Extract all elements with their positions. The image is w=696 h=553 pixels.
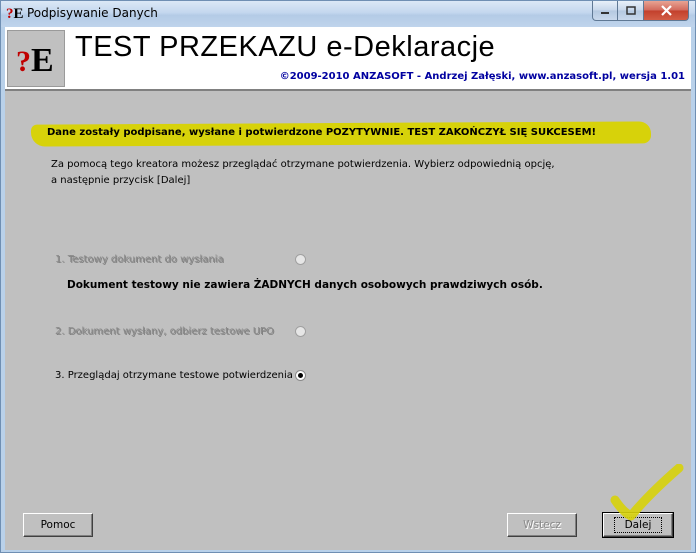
back-button-label: Wstecz: [523, 519, 561, 531]
status-text: Dane zostały podpisane, wysłane i potwie…: [47, 127, 597, 138]
option-label: 3. Przeglądaj otrzymane testowe potwierd…: [55, 369, 293, 381]
caption-buttons: [592, 1, 689, 21]
app-icon[interactable]: ?E: [6, 5, 24, 23]
next-button[interactable]: Dalej: [602, 512, 674, 538]
close-icon: [660, 5, 672, 16]
banner-title: TEST PRZEKAZU e-Deklaracje: [75, 31, 496, 63]
radio-browse-confirmations[interactable]: [295, 369, 306, 381]
option-label: 2. Dokument wysłany, odbierz testowe UPO: [55, 325, 274, 337]
description-line-2: a następnie przycisk [Dalej]: [51, 175, 191, 186]
option-label: 1. Testowy dokument do wysłania: [55, 253, 224, 265]
next-button-label: Dalej: [613, 517, 663, 533]
minimize-button[interactable]: [592, 1, 618, 21]
option-receive-upo[interactable]: 2. Dokument wysłany, odbierz testowe UPO: [55, 323, 306, 339]
minimize-icon: [601, 11, 609, 14]
wizard-window: ?E Podpisywanie Danych ?E TEST PRZEKAZU …: [0, 0, 696, 553]
header-banner: ?E TEST PRZEKAZU e-Deklaracje ©2009-2010…: [5, 27, 691, 91]
help-button-label: Pomoc: [40, 519, 76, 531]
maximize-icon: [625, 5, 636, 15]
title-bar[interactable]: ?E Podpisywanie Danych: [1, 1, 695, 27]
app-icon-e: E: [13, 6, 24, 22]
status-message: Dane zostały podpisane, wysłane i potwie…: [30, 119, 652, 149]
logo-q: ?: [16, 45, 31, 78]
logo-e: E: [31, 42, 54, 79]
logo-glyph: ?E: [16, 41, 54, 82]
window-title: Podpisywanie Danych: [27, 6, 158, 20]
banner-copyright: ©2009-2010 ANZASOFT - Andrzej Załęski, w…: [279, 71, 685, 82]
app-icon-q: ?: [6, 6, 14, 22]
logo: ?E: [7, 30, 65, 87]
radio-test-document[interactable]: [295, 253, 306, 265]
maximize-button[interactable]: [618, 1, 644, 21]
wizard-client-area: ?E TEST PRZEKAZU e-Deklaracje ©2009-2010…: [5, 27, 691, 550]
wizard-description: Za pomocą tego kreatora możesz przegląda…: [51, 157, 651, 189]
help-button[interactable]: Pomoc: [23, 513, 93, 537]
back-button[interactable]: Wstecz: [507, 513, 577, 537]
description-line-1: Za pomocą tego kreatora możesz przegląda…: [51, 159, 555, 170]
close-button[interactable]: [644, 1, 689, 21]
radio-selected-dot: [298, 372, 303, 378]
option-browse-confirmations[interactable]: 3. Przeglądaj otrzymane testowe potwierd…: [55, 367, 306, 383]
test-note: Dokument testowy nie zawiera ŻADNYCH dan…: [67, 279, 543, 291]
radio-receive-upo[interactable]: [295, 325, 306, 337]
option-test-document[interactable]: 1. Testowy dokument do wysłania: [55, 251, 306, 267]
